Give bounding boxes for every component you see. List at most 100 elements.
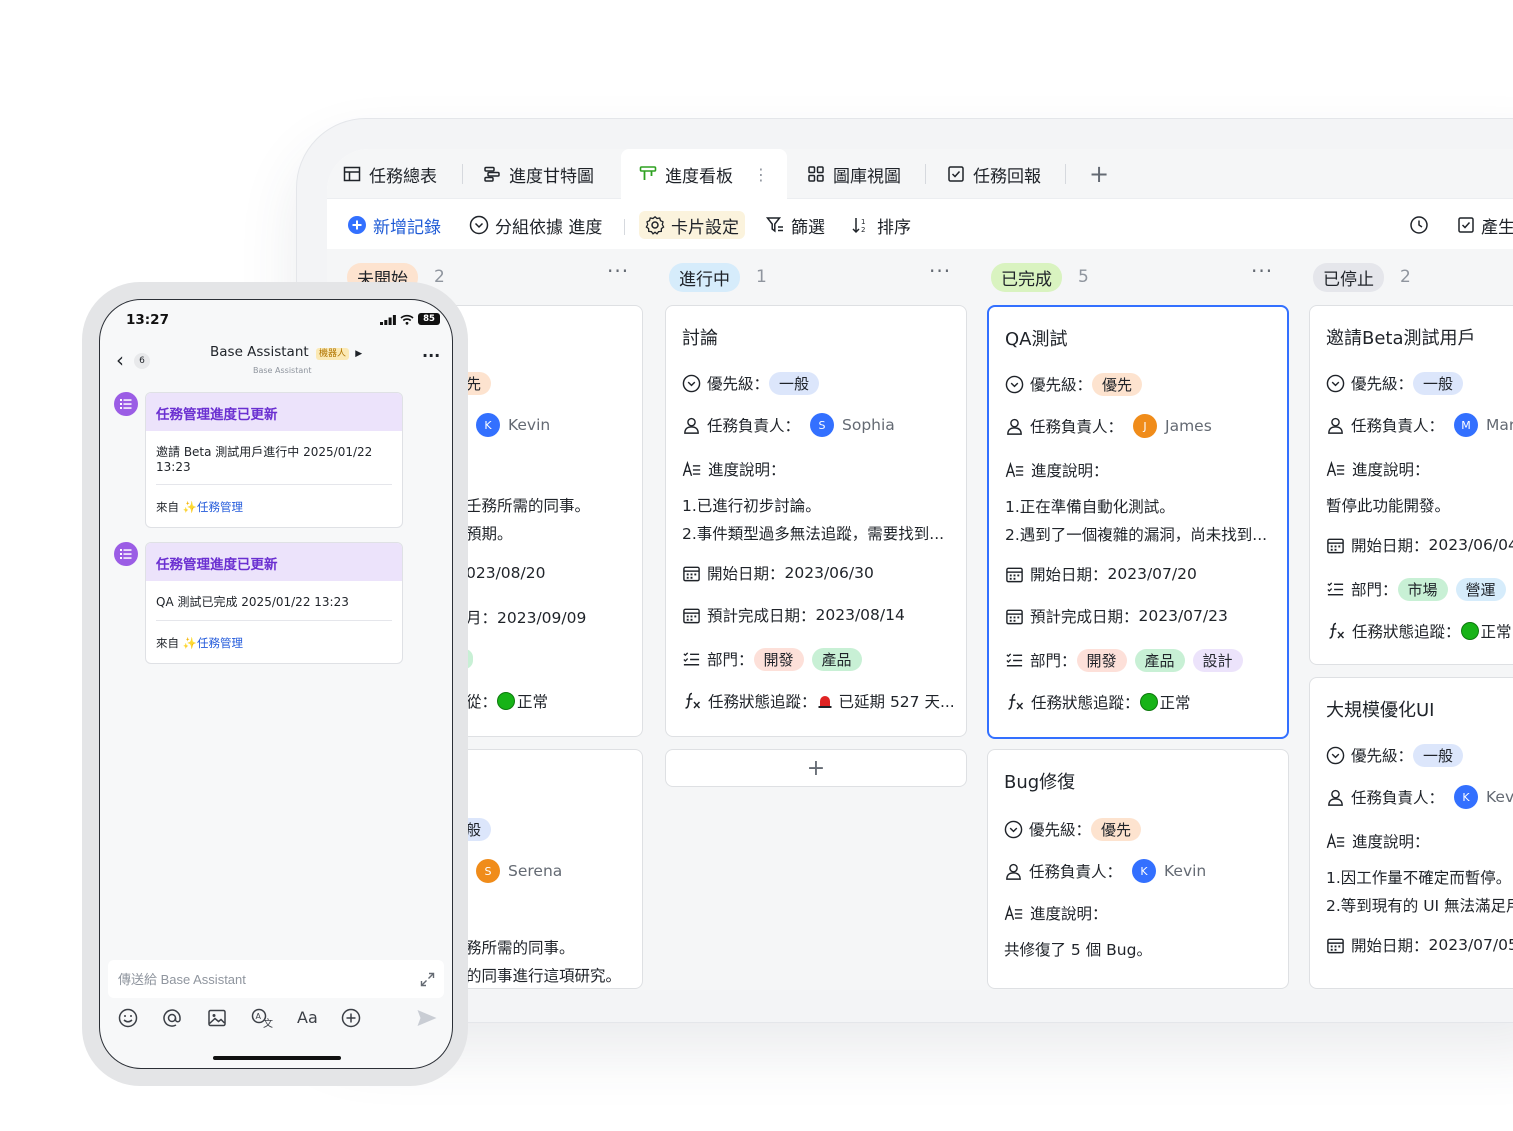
tab-task-report[interactable]: 任務回報 [947,149,1041,199]
add-card-plus-icon[interactable]: + [665,749,967,787]
message-source: 來自 ✨任務管理 [146,621,402,663]
field-label: 任務狀態追蹤： [1352,623,1461,641]
more-icon[interactable]: ··· [422,346,440,365]
field-label: 進度說明： [1352,833,1430,851]
bot-avatar [114,542,138,566]
add-record-button[interactable]: 新增記錄 [347,211,441,239]
column-more-icon[interactable]: ··· [607,259,629,283]
column-count: 2 [434,267,445,287]
avatar: S [810,413,835,437]
field-label: 優先級： [707,375,770,393]
message-body: QA 測試已完成 2025/01/22 13:23 [156,595,349,609]
unread-count-badge: 6 [134,353,150,369]
formula-icon [1008,693,1024,710]
add-view-plus-icon[interactable]: + [1089,149,1109,199]
progress-text: 暫停此功能開發。 [1326,497,1451,515]
translate-icon[interactable]: A文 [251,1008,273,1028]
task-card-ui[interactable]: 大規模優化UI 優先級： 一般 任務負責人： K Kevin 進度說 [1309,677,1513,989]
history-icon[interactable] [1409,211,1435,239]
field-label: 預計完成日期： [1030,608,1139,626]
message-card[interactable]: 任務管理進度已更新 邀請 Beta 測試用戶進行中 2025/01/22 13:… [145,392,403,528]
field-label: 任務狀態追蹤： [1031,694,1140,712]
task-card-bug[interactable]: Bug修復 優先級： 優先 任務負責人： K Kevin 進度說明： 共修復了 … [987,749,1289,989]
column-count: 5 [1078,267,1089,287]
status-dot-icon [1460,622,1479,640]
tab-gantt[interactable]: 進度甘特圖 [483,149,594,199]
field-label: 任務負責人： [707,417,801,435]
chevron-circle-icon [1004,820,1023,838]
kanban-board: 未開始 2 ··· 進行中 1 ··· 已完成 5 ··· 已停止 2 先 K … [327,249,1513,990]
send-icon[interactable] [416,1008,438,1028]
plus-circle-icon[interactable] [341,1008,361,1028]
column-more-icon[interactable]: ··· [1251,259,1273,283]
phone-screen: 13:27 85 ‹ 6 Base Assistant 機器人 ▶ Base A… [99,299,453,1069]
dept-tag: 開發 [1076,648,1127,672]
field-label: 進度說明： [1031,462,1109,480]
filter-button[interactable]: 篩選 [765,211,825,239]
tab-task-table[interactable]: 任務總表 [343,149,437,199]
expand-icon[interactable] [420,972,435,987]
calendar-icon [1327,938,1344,953]
message-input[interactable] [108,960,398,998]
tablet-screen: 任務總表 進度甘特圖 進度看板 ⋮ 圖庫視圖 任務回報 + 新增記錄 分組依據 … [327,149,1513,990]
field-label: 優先級： [1351,375,1414,393]
tab-label: 圖庫視圖 [833,166,901,187]
tab-label: 任務總表 [369,166,437,187]
grid-table-icon [343,166,361,182]
message-card[interactable]: 任務管理進度已更新 QA 測試已完成 2025/01/22 13:23 來自 ✨… [145,542,403,664]
progress-text: 2.等到現有的 UI 無法滿足用 [1326,897,1513,915]
generate-button[interactable]: 產生 [1457,211,1513,239]
source-prefix: 來自 [156,636,179,650]
column-more-icon[interactable]: ··· [929,259,951,283]
person-icon [1328,417,1343,434]
progress-text: 共修復了 5 個 Bug。 [1004,941,1152,959]
text-field-icon [1326,832,1345,848]
task-card-discuss[interactable]: 討論 優先級： 一般 任務負責人： S Sophia 進度說明： 1.已進行初步… [665,305,967,737]
chevron-circle-icon [469,215,489,235]
source-link[interactable]: ✨任務管理 [183,500,243,514]
chevron-circle-icon [1005,375,1024,393]
owner-name: Sophia [842,416,895,434]
progress-text: 預期。 [466,525,513,543]
field-label: 優先級： [1351,747,1414,765]
avatar: K [1454,785,1479,809]
emoji-icon[interactable] [118,1008,138,1028]
tab-gallery[interactable]: 圖庫視圖 [807,149,901,199]
dept-tag: 產品 [1134,648,1185,672]
task-card-qa[interactable]: QA測試 優先級： 優先 任務負責人： J James 進度說明： 1.正在準備… [987,305,1289,739]
phone-device: 13:27 85 ‹ 6 Base Assistant 機器人 ▶ Base A… [82,282,468,1086]
chat-title-row[interactable]: Base Assistant 機器人 ▶ [210,344,362,360]
form-check-icon [1458,217,1474,233]
tab-kanban[interactable]: 進度看板 ⋮ [621,149,787,199]
field-label: 預計完成日期： [707,607,816,625]
task-card-beta[interactable]: 邀請Beta測試用戶 優先級： 一般 任務負責人： M Mark 進 [1309,305,1513,665]
owner-name: Serena [508,862,563,880]
back-chevron-icon[interactable]: ‹ [116,348,124,372]
group-by-button[interactable]: 分組依據 進度 [469,211,602,239]
image-icon[interactable] [207,1008,227,1028]
message-header: 任務管理進度已更新 [146,543,402,581]
text-format-icon[interactable]: Aa [297,1008,318,1027]
field-label: 部門： [1351,581,1398,599]
text-field-icon [1005,461,1024,477]
gantt-icon [484,166,500,182]
field-label: 任務負責人： [1030,418,1124,436]
signal-icon [380,315,396,325]
filter-label: 篩選 [791,217,825,238]
track-label: 從： [466,693,498,711]
owner-name: Kevin [508,416,551,434]
tab-more-icon[interactable]: ⋮ [753,165,769,184]
calendar-icon [683,566,700,581]
at-mention-icon[interactable] [162,1008,182,1028]
field-label: 進度說明： [1352,461,1430,479]
sort-button[interactable]: 12 排序 [851,211,911,239]
calendar-icon [1006,609,1023,624]
message-source: 來自 ✨任務管理 [146,485,402,527]
multi-select-icon [1327,581,1344,595]
start-date: 2023/07/20 [1107,565,1197,583]
source-link[interactable]: ✨任務管理 [183,636,243,650]
tab-divider [462,164,463,184]
group-by-label: 分組依據 進度 [495,217,603,238]
card-settings-button[interactable]: 卡片設定 [639,211,745,239]
status-time: 13:27 [126,312,169,328]
